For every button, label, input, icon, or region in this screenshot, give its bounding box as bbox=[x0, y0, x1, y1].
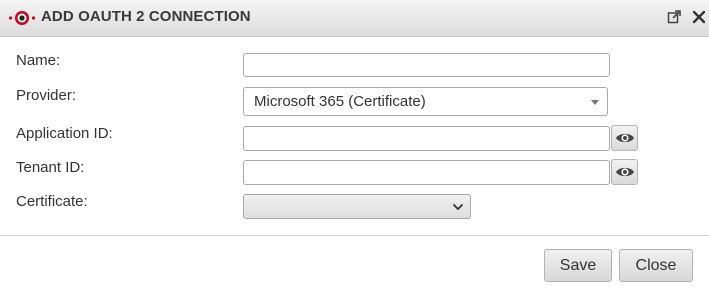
application-id-label: Application ID: bbox=[16, 125, 113, 142]
provider-select[interactable]: Microsoft 365 (Certificate) bbox=[243, 87, 608, 116]
reveal-application-id-button[interactable] bbox=[611, 125, 638, 151]
dialog-title: ADD OAUTH 2 CONNECTION bbox=[41, 8, 251, 25]
external-link-icon[interactable] bbox=[667, 10, 681, 24]
dialog-titlebar: ADD OAUTH 2 CONNECTION bbox=[0, 0, 709, 37]
dropdown-caret-icon bbox=[591, 100, 599, 105]
tenant-id-input[interactable] bbox=[243, 160, 610, 185]
name-label: Name: bbox=[16, 52, 61, 69]
close-icon[interactable] bbox=[692, 10, 706, 24]
provider-label: Provider: bbox=[16, 87, 77, 104]
logo-icon bbox=[8, 11, 36, 25]
eye-icon bbox=[616, 167, 634, 177]
certificate-select[interactable] bbox=[243, 194, 471, 219]
application-id-input[interactable] bbox=[243, 126, 610, 151]
chevron-down-icon bbox=[452, 203, 464, 211]
provider-select-value: Microsoft 365 (Certificate) bbox=[254, 93, 426, 110]
name-input[interactable] bbox=[243, 53, 610, 77]
add-oauth2-connection-dialog: ADD OAUTH 2 CONNECTION Name: Provider: M… bbox=[0, 0, 709, 295]
certificate-label: Certificate: bbox=[16, 193, 88, 210]
save-button[interactable]: Save bbox=[544, 249, 612, 282]
close-button[interactable]: Close bbox=[619, 249, 693, 282]
reveal-tenant-id-button[interactable] bbox=[611, 159, 638, 185]
eye-icon bbox=[616, 133, 634, 143]
tenant-id-label: Tenant ID: bbox=[16, 159, 85, 176]
footer-divider bbox=[0, 235, 709, 236]
